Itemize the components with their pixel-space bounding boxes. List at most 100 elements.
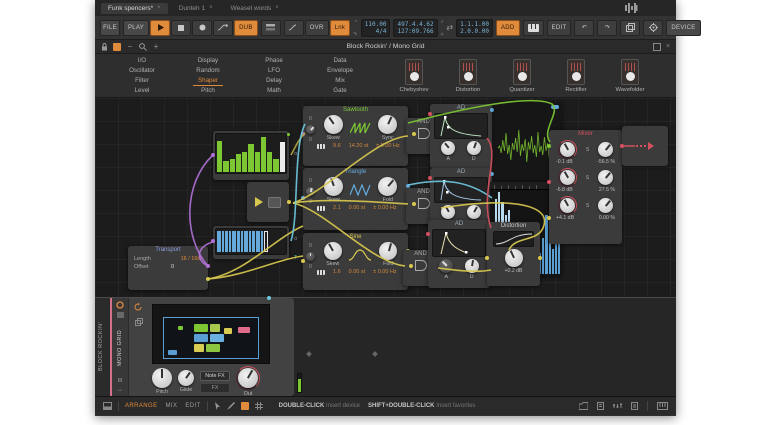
grid-snap-icon[interactable] [254, 402, 263, 410]
ad-out-port[interactable] [490, 108, 494, 112]
drive-knob[interactable] [504, 249, 523, 267]
panel-expand-icon[interactable] [652, 42, 661, 51]
distortion-out-port[interactable] [538, 256, 542, 260]
gain-value[interactable]: -6.8 dB [556, 187, 573, 193]
category-envelope[interactable]: Envelope [307, 66, 373, 76]
tab-close-icon[interactable]: × [275, 5, 279, 11]
loop-icon[interactable]: ⇄ [446, 23, 453, 32]
stop-button[interactable] [171, 19, 192, 36]
sine-oct[interactable]: 1.6 [333, 269, 341, 275]
sawtooth-oct[interactable]: 9.6 [333, 143, 341, 149]
sawtooth-semi[interactable]: 14.20 st [349, 143, 369, 149]
mixer-channel[interactable]: S [549, 140, 622, 159]
pan-value[interactable]: -56.5 % [597, 159, 615, 165]
chain-drop-marker[interactable] [372, 351, 378, 357]
phase-knob[interactable] [306, 252, 315, 261]
automation-follow-button[interactable] [283, 19, 304, 36]
sawtooth-in-port[interactable] [301, 132, 305, 136]
category-delay[interactable]: Delay [241, 76, 307, 86]
tempo-value[interactable]: 110.00 [365, 21, 387, 28]
steps-gate-port[interactable] [287, 133, 290, 136]
gate-bar[interactable] [229, 231, 231, 252]
pitch-knob[interactable] [152, 368, 172, 388]
sine-fold-knob[interactable] [379, 242, 398, 260]
transport-out-port-1[interactable] [206, 264, 210, 268]
gates-input-port[interactable] [211, 239, 215, 243]
track-strip[interactable]: BLOCK ROCKIN' [95, 298, 112, 396]
chain-drop-marker[interactable] [306, 351, 312, 357]
palette-module[interactable]: Chebyshev [391, 58, 437, 93]
pen-tool-icon[interactable] [226, 402, 235, 410]
category-display[interactable]: Display [175, 56, 241, 66]
gate-bar[interactable] [241, 231, 243, 252]
triangle-oct[interactable]: 2.1 [333, 205, 341, 211]
mono-grid-device[interactable]: MONO GRID ⦀⦀ ↔ Pitch Glide Note FX FX Ou… [112, 298, 302, 397]
project-tab[interactable]: Weasel words × [224, 3, 286, 14]
sine-in-port[interactable] [301, 259, 305, 263]
step-bar[interactable] [229, 159, 235, 172]
pan-value[interactable]: 27.5 % [599, 187, 615, 193]
step-bar[interactable] [235, 153, 242, 172]
ad-trigger-port[interactable] [428, 176, 432, 180]
note-fx-button[interactable]: Note FX [200, 370, 230, 381]
device-expand-icon[interactable]: ↔ [117, 387, 123, 393]
project-tab[interactable]: Funk spencers* × [101, 2, 168, 14]
category-random[interactable]: Random [175, 66, 241, 76]
loop-length-value[interactable]: 2.0.0.00 [460, 28, 489, 35]
palette-module[interactable]: Distortion [445, 58, 491, 93]
category-mix[interactable]: Mix [307, 76, 373, 86]
step-bar[interactable] [223, 160, 229, 172]
copy-icon[interactable] [620, 19, 641, 36]
category-shaper[interactable]: Shaper [193, 76, 223, 86]
offset-value[interactable]: 0 [171, 264, 174, 270]
gain-value[interactable]: -0.1 dB [556, 159, 573, 165]
fx-button[interactable]: FX [200, 382, 230, 393]
sine-skew-knob[interactable] [323, 242, 342, 260]
gate-bar[interactable] [222, 231, 224, 252]
overdub-toggle-button[interactable]: OVR [304, 19, 329, 36]
trigger-pad-button[interactable] [268, 196, 281, 208]
palette-module[interactable]: Rectifier [553, 58, 599, 93]
category-math[interactable]: Math [241, 86, 307, 96]
glide-knob[interactable] [178, 370, 194, 386]
keyboard-tracking-icon[interactable] [317, 143, 325, 149]
category-pitch[interactable]: Pitch [175, 86, 241, 96]
virtual-keyboard-button[interactable] [522, 19, 544, 36]
phase-knob[interactable] [306, 187, 315, 196]
project-tab[interactable]: Dunteh 1 × [172, 3, 220, 14]
keyboard-panel-icon[interactable] [657, 401, 668, 411]
category-data[interactable]: Data [307, 56, 373, 66]
and-in-port[interactable] [408, 263, 413, 268]
cable[interactable] [207, 255, 304, 280]
keyboard-tracking-icon[interactable] [317, 269, 325, 275]
layers-icon[interactable] [135, 318, 143, 326]
attack-knob[interactable] [441, 205, 456, 219]
mixer-channel[interactable]: S [549, 196, 622, 215]
decay-knob[interactable] [464, 259, 479, 273]
and-in-port[interactable] [411, 131, 416, 136]
device-view-button[interactable]: DEVICE [666, 19, 701, 36]
gate-bar[interactable] [252, 231, 255, 252]
metronome-icon[interactable]: ◔ [354, 19, 357, 25]
trigger-out-port[interactable] [287, 200, 291, 204]
step-bar[interactable] [242, 151, 248, 172]
position-value[interactable]: 497.4.4.62 [397, 21, 433, 28]
loop-start-value[interactable]: 1.1.1.00 [460, 21, 489, 28]
browser-panel-icon[interactable] [597, 401, 604, 411]
triangle-module[interactable]: Triangle 0 0 Skew Fold 2.1 0.00 st ± 0.0… [301, 168, 410, 230]
play-menu-button[interactable]: PLAY [123, 19, 150, 36]
palette-module[interactable]: Wavefolder [607, 58, 653, 93]
step-bar[interactable] [254, 151, 260, 172]
solo-button[interactable]: S [586, 147, 589, 153]
decay-knob[interactable] [466, 141, 481, 155]
ad-out-port[interactable] [490, 172, 494, 176]
gain-value[interactable]: +4.1 dB [556, 215, 574, 221]
transport-out-port-2[interactable] [206, 277, 210, 281]
metronome-icons[interactable]: ◔ ∿ [353, 19, 358, 37]
panel-toggle-icon[interactable] [103, 402, 112, 410]
category-oscillator[interactable]: Oscillator [109, 66, 175, 76]
groove-icon[interactable]: ∿ [353, 31, 358, 37]
tab-close-icon[interactable]: × [157, 5, 161, 11]
loop-display[interactable]: 1.1.1.00 2.0.0.00 [456, 18, 493, 37]
project-panel-icon[interactable] [579, 401, 588, 411]
